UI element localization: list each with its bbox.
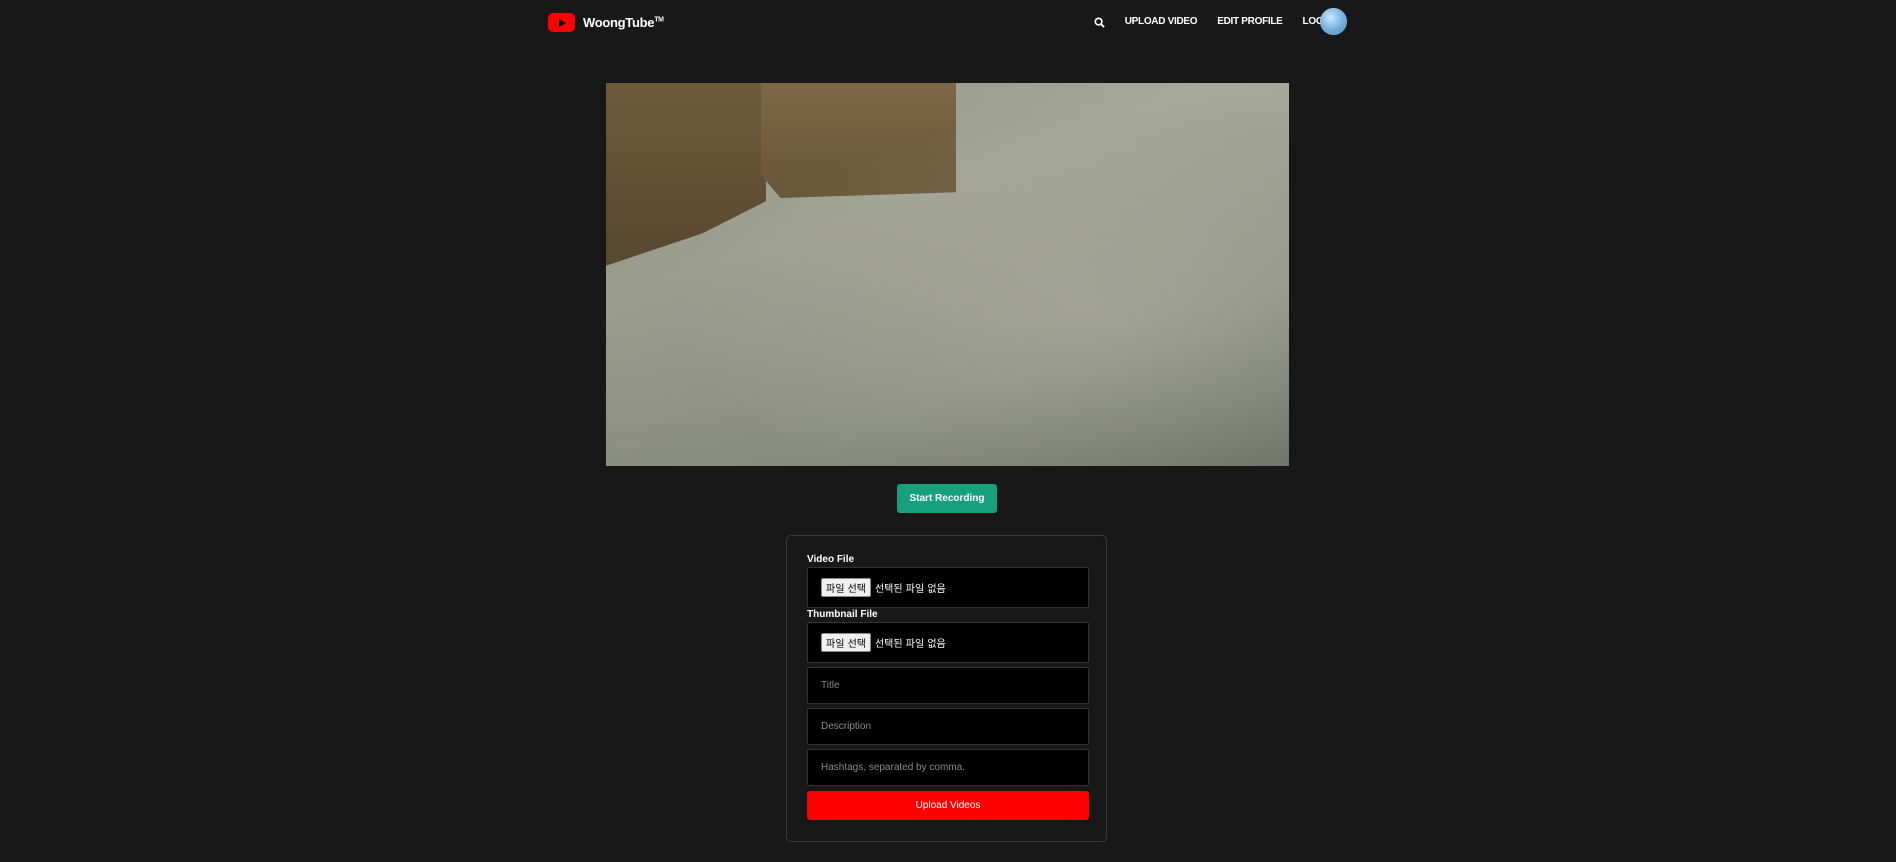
site-header: WoongTubeTM UPLOAD VIDEO EDIT PROFILE LO… [0,0,1896,44]
thumbnail-file-input[interactable]: 파일 선택 선택된 파일 없음 [807,622,1089,663]
upload-videos-button[interactable]: Upload Videos [807,791,1089,820]
video-file-status: 선택된 파일 없음 [874,584,946,595]
nav-upload-video[interactable]: UPLOAD VIDEO [1125,14,1198,30]
main-nav: UPLOAD VIDEO EDIT PROFILE LOG OUT [1094,14,1346,30]
logo-text: WoongTubeTM [583,15,664,30]
video-file-label: Video File [807,554,855,565]
site-logo[interactable]: WoongTubeTM [548,13,664,32]
avatar[interactable] [1320,8,1347,35]
upload-form: Video File 파일 선택 선택된 파일 없음 Thumbnail Fil… [786,535,1107,842]
thumbnail-file-label: Thumbnail File [807,609,878,620]
title-input[interactable] [807,667,1089,704]
start-recording-button[interactable]: Start Recording [897,484,997,513]
nav-edit-profile[interactable]: EDIT PROFILE [1217,14,1283,30]
search-icon[interactable] [1094,16,1105,28]
thumbnail-file-status: 선택된 파일 없음 [874,639,946,650]
description-input[interactable] [807,708,1089,745]
camera-preview [606,83,1289,466]
hashtags-input[interactable] [807,749,1089,786]
thumbnail-file-choose-button[interactable]: 파일 선택 [821,633,871,652]
youtube-play-icon [548,13,575,32]
video-file-choose-button[interactable]: 파일 선택 [821,578,871,597]
video-file-input[interactable]: 파일 선택 선택된 파일 없음 [807,567,1089,608]
